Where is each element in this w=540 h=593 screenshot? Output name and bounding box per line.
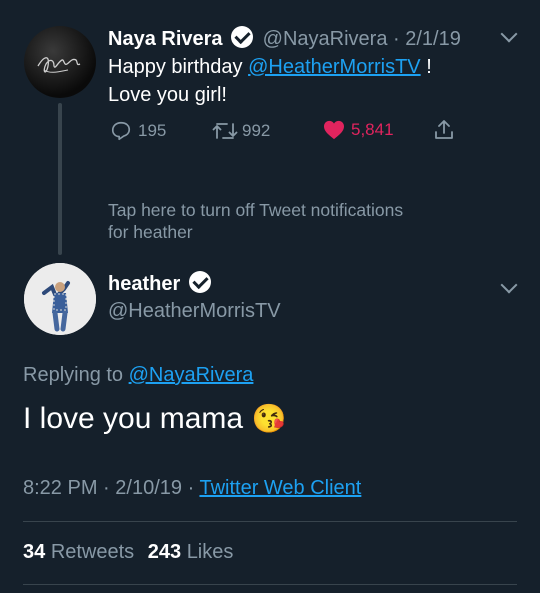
replying-to-label: Replying to — [23, 364, 124, 386]
retweets-stat[interactable]: 34 Retweets — [23, 541, 140, 563]
share-icon — [435, 120, 453, 139]
tweet-body: I love you mama — [23, 402, 244, 435]
main-tweet-header: heather @HeatherMorrisTV — [108, 271, 281, 323]
separator: · — [393, 28, 400, 50]
tweet-date: 2/10/19 — [115, 477, 183, 499]
tweet-stats: 34 Retweets 243 Likes — [23, 541, 233, 564]
heart-icon — [324, 120, 344, 140]
retweet-count: 992 — [242, 121, 271, 140]
meta-dot: · — [103, 477, 110, 499]
mention-link[interactable]: @HeatherMorrisTV — [248, 56, 421, 78]
chevron-down-icon[interactable] — [500, 276, 518, 294]
parent-tweet-header: Naya Rivera @NayaRivera · 2/1/19 — [108, 26, 461, 51]
retweets-count: 34 — [23, 541, 46, 563]
reply-action[interactable]: 195 — [110, 120, 166, 142]
thread-line — [58, 103, 62, 255]
notification-line1: Tap here to turn off Tweet notifications — [108, 200, 404, 220]
meta-dot: · — [187, 477, 195, 499]
replying-to-handle[interactable]: @NayaRivera — [129, 364, 254, 386]
reply-count: 195 — [138, 121, 167, 140]
reply-icon — [111, 121, 131, 141]
handle[interactable]: @NayaRivera — [263, 28, 388, 50]
divider — [23, 521, 517, 522]
divider — [23, 584, 517, 585]
likes-count: 243 — [147, 541, 182, 563]
main-display-name[interactable]: heather — [108, 273, 180, 295]
likes-stat[interactable]: 243 Likes — [148, 541, 234, 563]
retweet-icon — [212, 123, 238, 139]
replying-to: Replying to @NayaRivera — [23, 364, 253, 387]
tweet-time: 8:22 PM — [23, 477, 98, 499]
tweet-date[interactable]: 2/1/19 — [405, 28, 461, 50]
parent-tweet-text: Happy birthday @HeatherMorrisTV ! Love y… — [108, 53, 528, 109]
verified-icon — [188, 271, 211, 293]
like-action[interactable]: 5,841 — [323, 120, 394, 140]
kiss-emoji: 😘 — [251, 403, 287, 434]
main-handle[interactable]: @HeatherMorrisTV — [108, 300, 281, 323]
tweet-meta: 8:22 PM · 2/10/19 · Twitter Web Client — [23, 477, 361, 500]
retweet-action[interactable]: 992 — [212, 120, 270, 142]
chevron-down-icon[interactable] — [500, 25, 518, 43]
notification-line2: for heather — [108, 222, 193, 242]
text-post: ! — [420, 56, 432, 78]
avatar-photo — [24, 263, 96, 335]
notification-prompt[interactable]: Tap here to turn off Tweet notifications… — [108, 199, 403, 243]
retweets-label: Retweets — [50, 541, 135, 563]
display-name[interactable]: Naya Rivera — [108, 28, 223, 50]
signature-image — [37, 57, 81, 73]
like-count: 5,841 — [351, 120, 394, 139]
source-link[interactable]: Twitter Web Client — [199, 477, 361, 499]
text-pre: Happy birthday — [108, 56, 249, 78]
avatar-heather[interactable] — [24, 263, 96, 335]
text-line2: Love you girl! — [108, 84, 227, 106]
verified-icon — [231, 26, 254, 48]
avatar-naya[interactable] — [24, 26, 96, 98]
main-tweet-text: I love you mama 😘 — [23, 402, 286, 436]
share-action[interactable] — [432, 118, 456, 147]
likes-label: Likes — [186, 541, 234, 563]
